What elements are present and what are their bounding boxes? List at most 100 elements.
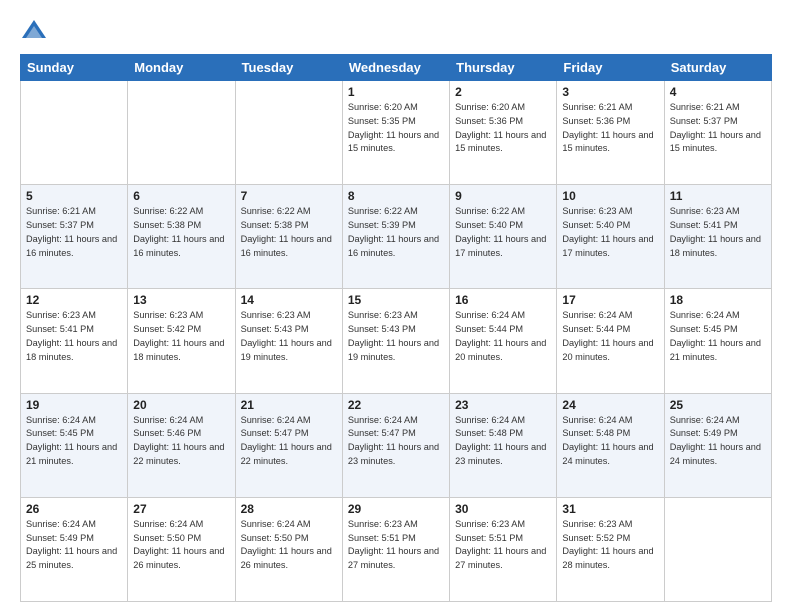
weekday-header-tuesday: Tuesday bbox=[235, 55, 342, 81]
day-info: Sunrise: 6:24 AMSunset: 5:44 PMDaylight:… bbox=[455, 309, 551, 364]
day-info: Sunrise: 6:23 AMSunset: 5:42 PMDaylight:… bbox=[133, 309, 229, 364]
day-cell: 20 Sunrise: 6:24 AMSunset: 5:46 PMDayligh… bbox=[128, 393, 235, 497]
day-cell bbox=[128, 81, 235, 185]
weekday-header-friday: Friday bbox=[557, 55, 664, 81]
logo-icon bbox=[20, 16, 48, 44]
day-cell: 30Sunrise: 6:23 AMSunset: 5:51 PMDayligh… bbox=[450, 497, 557, 601]
day-info: Sunrise: 6:21 AMSunset: 5:37 PMDaylight:… bbox=[670, 101, 766, 156]
day-number: 15 bbox=[348, 293, 444, 307]
day-info: Sunrise: 6:20 AMSunset: 5:35 PMDaylight:… bbox=[348, 101, 444, 156]
day-info: Sunrise: 6:24 AMSunset: 5:50 PMDaylight:… bbox=[241, 518, 337, 573]
day-cell: 12Sunrise: 6:23 AMSunset: 5:41 PMDayligh… bbox=[21, 289, 128, 393]
day-number: 9 bbox=[455, 189, 551, 203]
day-cell: 31 Sunrise: 6:23 AMSunset: 5:52 PMDayligh… bbox=[557, 497, 664, 601]
day-cell: 3Sunrise: 6:21 AMSunset: 5:36 PMDaylight… bbox=[557, 81, 664, 185]
day-info: Sunrise: 6:23 AMSunset: 5:51 PMDaylight:… bbox=[348, 518, 444, 573]
day-info: Sunrise: 6:24 AMSunset: 5:45 PMDaylight:… bbox=[26, 414, 122, 469]
day-cell: 26Sunrise: 6:24 AMSunset: 5:49 PMDayligh… bbox=[21, 497, 128, 601]
day-info: Sunrise: 6:24 AMSunset: 5:44 PMDaylight:… bbox=[562, 309, 658, 364]
day-info: Sunrise: 6:23 AMSunset: 5:52 PMDaylight:… bbox=[562, 518, 658, 573]
day-cell: 27 Sunrise: 6:24 AMSunset: 5:50 PMDayligh… bbox=[128, 497, 235, 601]
day-number: 7 bbox=[241, 189, 337, 203]
day-number: 18 bbox=[670, 293, 766, 307]
week-row-3: 12Sunrise: 6:23 AMSunset: 5:41 PMDayligh… bbox=[21, 289, 772, 393]
day-cell: 1 Sunrise: 6:20 AMSunset: 5:35 PMDaylight… bbox=[342, 81, 449, 185]
weekday-header-saturday: Saturday bbox=[664, 55, 771, 81]
weekday-header-wednesday: Wednesday bbox=[342, 55, 449, 81]
day-number: 28 bbox=[241, 502, 337, 516]
page: SundayMondayTuesdayWednesdayThursdayFrid… bbox=[0, 0, 792, 612]
day-number: 11 bbox=[670, 189, 766, 203]
day-number: 3 bbox=[562, 85, 658, 99]
day-info: Sunrise: 6:24 AMSunset: 5:47 PMDaylight:… bbox=[241, 414, 337, 469]
day-info: Sunrise: 6:20 AMSunset: 5:36 PMDaylight:… bbox=[455, 101, 551, 156]
day-info: Sunrise: 6:24 AMSunset: 5:50 PMDaylight:… bbox=[133, 518, 229, 573]
day-number: 24 bbox=[562, 398, 658, 412]
day-info: Sunrise: 6:23 AMSunset: 5:41 PMDaylight:… bbox=[670, 205, 766, 260]
day-cell: 24Sunrise: 6:24 AMSunset: 5:48 PMDayligh… bbox=[557, 393, 664, 497]
day-number: 8 bbox=[348, 189, 444, 203]
day-number: 5 bbox=[26, 189, 122, 203]
day-cell: 17Sunrise: 6:24 AMSunset: 5:44 PMDayligh… bbox=[557, 289, 664, 393]
day-cell: 9 Sunrise: 6:22 AMSunset: 5:40 PMDaylight… bbox=[450, 185, 557, 289]
week-row-4: 19 Sunrise: 6:24 AMSunset: 5:45 PMDayligh… bbox=[21, 393, 772, 497]
day-cell: 23 Sunrise: 6:24 AMSunset: 5:48 PMDayligh… bbox=[450, 393, 557, 497]
day-info: Sunrise: 6:23 AMSunset: 5:41 PMDaylight:… bbox=[26, 309, 122, 364]
day-number: 25 bbox=[670, 398, 766, 412]
day-info: Sunrise: 6:23 AMSunset: 5:51 PMDaylight:… bbox=[455, 518, 551, 573]
day-number: 10 bbox=[562, 189, 658, 203]
day-info: Sunrise: 6:22 AMSunset: 5:38 PMDaylight:… bbox=[241, 205, 337, 260]
day-cell bbox=[664, 497, 771, 601]
day-cell: 2 Sunrise: 6:20 AMSunset: 5:36 PMDaylight… bbox=[450, 81, 557, 185]
day-info: Sunrise: 6:22 AMSunset: 5:39 PMDaylight:… bbox=[348, 205, 444, 260]
day-cell: 29 Sunrise: 6:23 AMSunset: 5:51 PMDayligh… bbox=[342, 497, 449, 601]
day-cell: 28 Sunrise: 6:24 AMSunset: 5:50 PMDayligh… bbox=[235, 497, 342, 601]
day-info: Sunrise: 6:23 AMSunset: 5:40 PMDaylight:… bbox=[562, 205, 658, 260]
day-cell: 15 Sunrise: 6:23 AMSunset: 5:43 PMDayligh… bbox=[342, 289, 449, 393]
day-cell: 8 Sunrise: 6:22 AMSunset: 5:39 PMDaylight… bbox=[342, 185, 449, 289]
day-cell bbox=[21, 81, 128, 185]
day-number: 27 bbox=[133, 502, 229, 516]
logo bbox=[20, 16, 52, 44]
day-cell: 21Sunrise: 6:24 AMSunset: 5:47 PMDayligh… bbox=[235, 393, 342, 497]
day-number: 22 bbox=[348, 398, 444, 412]
week-row-2: 5 Sunrise: 6:21 AMSunset: 5:37 PMDaylight… bbox=[21, 185, 772, 289]
day-info: Sunrise: 6:22 AMSunset: 5:38 PMDaylight:… bbox=[133, 205, 229, 260]
day-cell: 6Sunrise: 6:22 AMSunset: 5:38 PMDaylight… bbox=[128, 185, 235, 289]
day-cell: 7 Sunrise: 6:22 AMSunset: 5:38 PMDaylight… bbox=[235, 185, 342, 289]
day-info: Sunrise: 6:24 AMSunset: 5:49 PMDaylight:… bbox=[670, 414, 766, 469]
day-info: Sunrise: 6:24 AMSunset: 5:49 PMDaylight:… bbox=[26, 518, 122, 573]
day-cell: 16 Sunrise: 6:24 AMSunset: 5:44 PMDayligh… bbox=[450, 289, 557, 393]
weekday-header-monday: Monday bbox=[128, 55, 235, 81]
day-info: Sunrise: 6:24 AMSunset: 5:45 PMDaylight:… bbox=[670, 309, 766, 364]
day-number: 19 bbox=[26, 398, 122, 412]
day-number: 29 bbox=[348, 502, 444, 516]
day-info: Sunrise: 6:24 AMSunset: 5:46 PMDaylight:… bbox=[133, 414, 229, 469]
day-number: 1 bbox=[348, 85, 444, 99]
day-info: Sunrise: 6:22 AMSunset: 5:40 PMDaylight:… bbox=[455, 205, 551, 260]
header bbox=[20, 16, 772, 44]
day-cell: 19 Sunrise: 6:24 AMSunset: 5:45 PMDayligh… bbox=[21, 393, 128, 497]
day-number: 4 bbox=[670, 85, 766, 99]
day-cell: 5 Sunrise: 6:21 AMSunset: 5:37 PMDaylight… bbox=[21, 185, 128, 289]
weekday-header-thursday: Thursday bbox=[450, 55, 557, 81]
day-number: 2 bbox=[455, 85, 551, 99]
day-number: 23 bbox=[455, 398, 551, 412]
day-info: Sunrise: 6:23 AMSunset: 5:43 PMDaylight:… bbox=[348, 309, 444, 364]
day-cell bbox=[235, 81, 342, 185]
day-number: 31 bbox=[562, 502, 658, 516]
weekday-header-sunday: Sunday bbox=[21, 55, 128, 81]
day-cell: 11 Sunrise: 6:23 AMSunset: 5:41 PMDayligh… bbox=[664, 185, 771, 289]
day-info: Sunrise: 6:24 AMSunset: 5:48 PMDaylight:… bbox=[455, 414, 551, 469]
day-info: Sunrise: 6:21 AMSunset: 5:37 PMDaylight:… bbox=[26, 205, 122, 260]
day-number: 13 bbox=[133, 293, 229, 307]
calendar: SundayMondayTuesdayWednesdayThursdayFrid… bbox=[20, 54, 772, 602]
weekday-header-row: SundayMondayTuesdayWednesdayThursdayFrid… bbox=[21, 55, 772, 81]
day-cell: 22Sunrise: 6:24 AMSunset: 5:47 PMDayligh… bbox=[342, 393, 449, 497]
week-row-5: 26Sunrise: 6:24 AMSunset: 5:49 PMDayligh… bbox=[21, 497, 772, 601]
day-cell: 10 Sunrise: 6:23 AMSunset: 5:40 PMDayligh… bbox=[557, 185, 664, 289]
day-number: 14 bbox=[241, 293, 337, 307]
day-number: 20 bbox=[133, 398, 229, 412]
day-number: 16 bbox=[455, 293, 551, 307]
day-cell: 18 Sunrise: 6:24 AMSunset: 5:45 PMDayligh… bbox=[664, 289, 771, 393]
